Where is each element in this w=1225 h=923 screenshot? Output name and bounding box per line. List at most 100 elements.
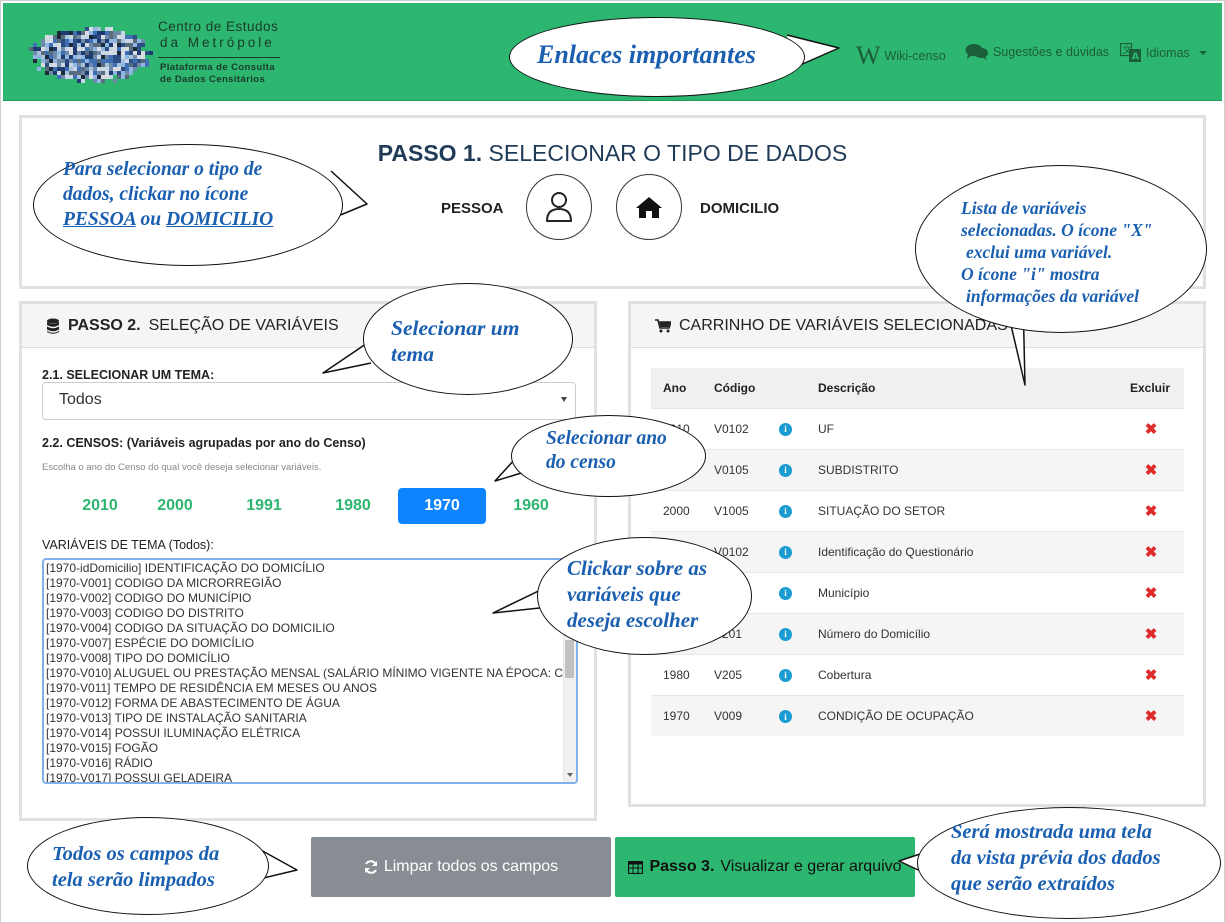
- logo-tile: [73, 47, 77, 51]
- step2-title-bold: PASSO 2.: [68, 316, 141, 334]
- variable-option[interactable]: [1970-V013] TIPO DE INSTALAÇÃO SANITARIA: [46, 711, 574, 726]
- callout-type-person: PESSOA: [63, 209, 136, 230]
- variable-option[interactable]: [1970-V010] ALUGUEL OU PRESTAÇÃO MENSAL …: [46, 666, 574, 681]
- variable-option[interactable]: [1970-V003] CODIGO DO DISTRITO: [46, 606, 574, 621]
- clear-all-button[interactable]: Limpar todos os campos: [311, 837, 611, 897]
- logo-tile: [113, 55, 117, 59]
- logo-tile: [69, 47, 73, 51]
- info-icon[interactable]: i: [779, 627, 792, 641]
- logo-tile: [97, 71, 101, 75]
- variables-listbox[interactable]: [1970-idDomicilio] IDENTIFICAÇÃO DO DOMI…: [42, 558, 578, 784]
- delete-icon[interactable]: ✖: [1145, 544, 1158, 561]
- scroll-down-icon[interactable]: [567, 773, 573, 777]
- logo-tile: [97, 51, 101, 55]
- variable-option[interactable]: [1970-V016] RÁDIO: [46, 756, 574, 771]
- variable-option[interactable]: [1970-V012] FORMA DE ABASTECIMENTO DE ÁG…: [46, 696, 574, 711]
- variable-option[interactable]: [1970-V008] TIPO DO DOMICÍLIO: [46, 651, 574, 666]
- logo-tile: [133, 55, 137, 59]
- scrollbar-thumb[interactable]: [565, 640, 574, 678]
- logo-tile: [101, 51, 105, 55]
- year-button-1960[interactable]: 1960: [487, 488, 575, 524]
- callout-year-line1: Selecionar ano: [546, 428, 667, 449]
- variable-option[interactable]: [1970-V007] ESPÉCIE DO DOMICÍLIO: [46, 636, 574, 651]
- logo-tile: [33, 47, 37, 51]
- col-excluir: Excluir: [1118, 368, 1184, 408]
- logo-tile: [125, 51, 129, 55]
- logo-tile: [65, 75, 69, 79]
- logo-tile: [137, 47, 141, 51]
- nav-wiki-link[interactable]: W Wiki-censo: [856, 43, 946, 69]
- step3-button[interactable]: Passo 3. Visualizar e gerar arquivo: [615, 837, 915, 897]
- info-icon[interactable]: i: [779, 586, 792, 600]
- year-button-1980[interactable]: 1980: [309, 488, 397, 524]
- logo-tile: [125, 67, 129, 71]
- delete-icon[interactable]: ✖: [1145, 503, 1158, 520]
- cart-row: 1970 V009 i CONDIÇÃO DE OCUPAÇÃO ✖: [651, 694, 1184, 736]
- logo-tile: [73, 51, 77, 55]
- variable-option[interactable]: [1970-V001] CODIGO DA MICRORREGIÃO: [46, 576, 574, 591]
- logo-tile: [117, 47, 121, 51]
- variable-option[interactable]: [1970-idDomicilio] IDENTIFICAÇÃO DO DOMI…: [46, 561, 574, 576]
- logo-tile: [93, 39, 97, 43]
- info-icon[interactable]: i: [779, 710, 792, 723]
- variable-option[interactable]: [1970-V017] POSSUI GELADEIRA: [46, 771, 574, 782]
- logo-tile: [49, 55, 53, 59]
- year-button-1991[interactable]: 1991: [220, 488, 308, 524]
- cart-cell-codigo: V205: [702, 653, 767, 695]
- delete-icon[interactable]: ✖: [1145, 462, 1158, 479]
- info-icon[interactable]: i: [779, 463, 792, 477]
- year-button-1970[interactable]: 1970: [398, 488, 486, 524]
- info-icon[interactable]: i: [779, 668, 792, 682]
- cart-cell-descricao: SITUAÇÃO DO SETOR: [806, 489, 1118, 531]
- logo-tile: [93, 75, 97, 79]
- logo-tile: [133, 67, 137, 71]
- callout-clear: Todos os campos da tela serão limpados: [52, 841, 219, 893]
- delete-icon[interactable]: ✖: [1145, 421, 1158, 438]
- logo-tile: [129, 71, 133, 75]
- logo-tile: [137, 39, 141, 43]
- delete-icon[interactable]: ✖: [1145, 708, 1158, 725]
- person-button[interactable]: [526, 174, 592, 240]
- logo-tile: [53, 59, 57, 63]
- logo-mosaic-icon: [25, 19, 153, 87]
- logo-tile: [121, 51, 125, 55]
- logo-tile: [109, 31, 113, 35]
- info-icon[interactable]: i: [779, 545, 792, 559]
- variable-option[interactable]: [1970-V011] TEMPO DE RESIDÊNCIA EM MESES…: [46, 681, 574, 696]
- logo-tile: [109, 47, 113, 51]
- nav-suggestions-link[interactable]: Sugestões e dúvidas: [965, 43, 1109, 61]
- year-button-2000[interactable]: 2000: [131, 488, 219, 524]
- logo-tile: [141, 55, 145, 59]
- logo-tile: [45, 43, 49, 47]
- callout-theme-line1: Selecionar um: [391, 316, 520, 340]
- logo-tile: [109, 63, 113, 67]
- info-icon[interactable]: i: [779, 504, 792, 518]
- logo-tile: [41, 39, 45, 43]
- logo-tile: [45, 47, 49, 51]
- variable-option[interactable]: [1970-V015] FOGÃO: [46, 741, 574, 756]
- logo-tile: [57, 71, 61, 75]
- logo-tile: [57, 55, 61, 59]
- step1-title-text: SELECIONAR O TIPO DE DADOS: [488, 140, 848, 166]
- col-ano: Ano: [651, 368, 702, 408]
- variable-option[interactable]: [1970-V014] POSSUI ILUMINAÇÃO ELÉTRICA: [46, 726, 574, 741]
- logo-tile: [85, 31, 89, 35]
- nav-languages-dropdown[interactable]: 文 A Idiomas: [1120, 43, 1207, 63]
- variable-option[interactable]: [1970-V004] CODIGO DA SITUAÇÃO DO DOMICI…: [46, 621, 574, 636]
- svg-text:A: A: [1132, 52, 1140, 63]
- info-icon[interactable]: i: [779, 422, 792, 436]
- logo-tile: [109, 71, 113, 75]
- logo-tile: [109, 43, 113, 47]
- callout-cart-line4: O ícone "i" mostra: [961, 264, 1100, 284]
- logo-tile: [89, 35, 93, 39]
- delete-icon[interactable]: ✖: [1145, 667, 1158, 684]
- delete-icon[interactable]: ✖: [1145, 626, 1158, 643]
- delete-icon[interactable]: ✖: [1145, 585, 1158, 602]
- household-button[interactable]: [616, 174, 682, 240]
- logo-tile: [57, 39, 61, 43]
- logo-tile: [113, 67, 117, 71]
- logo-tile: [105, 71, 109, 75]
- logo-tile: [89, 59, 93, 63]
- variable-option[interactable]: [1970-V002] CODIGO DO MUNICÍPIO: [46, 591, 574, 606]
- logo-tile: [61, 35, 65, 39]
